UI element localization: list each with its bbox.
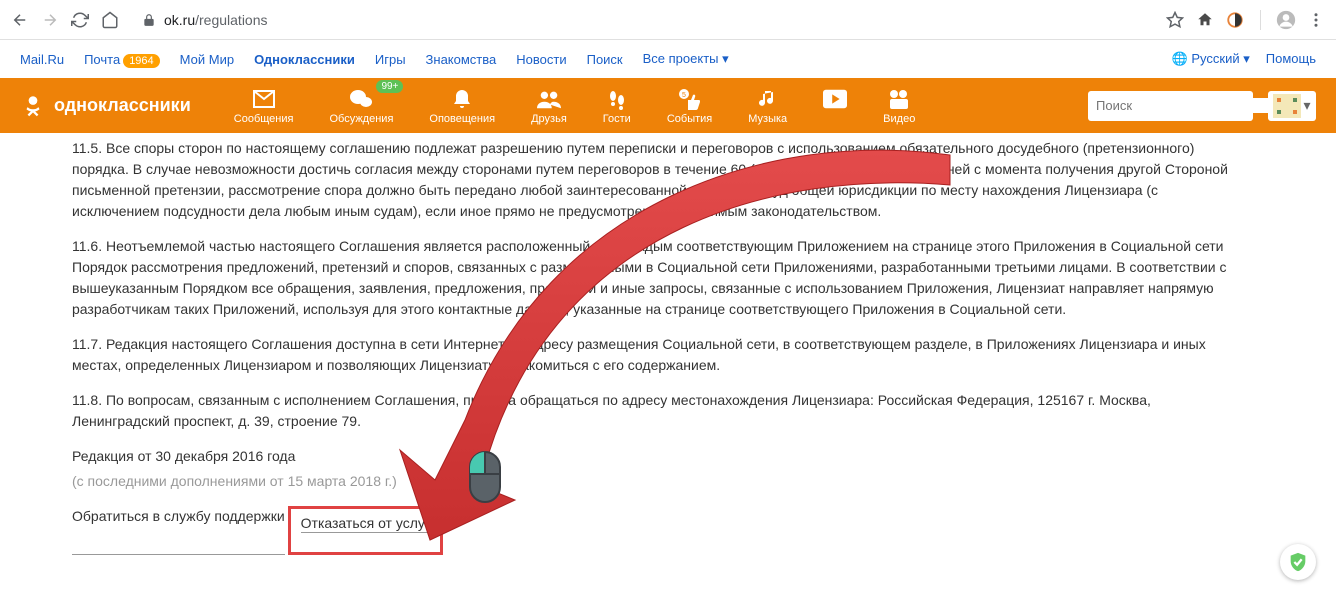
envelope-icon [252, 87, 276, 111]
nav-label: События [667, 113, 712, 125]
help-link[interactable]: Помощь [1266, 51, 1316, 67]
nav-label: Оповещения [429, 113, 495, 125]
language-selector[interactable]: 🌐 Русский ▾ [1172, 51, 1250, 67]
annotation-mouse-icon [465, 450, 505, 505]
nav-label: Обсуждения [329, 113, 393, 125]
video-camera-icon [887, 87, 911, 111]
paragraph-11-6: 11.6. Неотъемлемой частью настоящего Сог… [72, 236, 1240, 320]
extension-icon[interactable] [1225, 10, 1245, 30]
revision-date: Редакция от 30 декабря 2016 года [72, 446, 1240, 467]
nav-label: Сообщения [234, 113, 294, 125]
portal-link-search[interactable]: Поиск [587, 52, 623, 67]
url-text: ok.ru/regulations [164, 12, 268, 28]
menu-dots-icon[interactable] [1306, 10, 1326, 30]
nav-video[interactable]: Видео [865, 82, 933, 130]
thumbs-up-icon: 5 [678, 87, 702, 111]
search-input[interactable] [1096, 98, 1272, 113]
portal-link-projects[interactable]: Все проекты ▾ [643, 51, 729, 67]
play-button-icon [823, 87, 847, 111]
divider [1260, 10, 1261, 30]
paragraph-11-5: 11.5. Все споры сторон по настоящему сог… [72, 138, 1240, 222]
supplement-date: (с последними дополнениями от 15 марта 2… [72, 471, 1240, 492]
svg-text:5: 5 [682, 92, 686, 99]
support-link[interactable]: Обратиться в службу поддержки [72, 506, 285, 555]
chat-bubbles-icon [349, 87, 373, 111]
nav-music[interactable]: Музыка [730, 82, 805, 130]
bookmark-star-icon[interactable] [1165, 10, 1185, 30]
nav-events[interactable]: 5 События [649, 82, 730, 130]
portal-link-mail[interactable]: Почта1964 [84, 52, 160, 67]
ok-logo-icon [20, 93, 46, 119]
globe-icon: 🌐 [1172, 51, 1188, 66]
chevron-down-icon: ▾ [1303, 97, 1310, 114]
avatar-icon [1273, 94, 1301, 118]
footprints-icon [605, 87, 629, 111]
search-box[interactable] [1088, 91, 1253, 121]
portal-link-dating[interactable]: Знакомства [426, 52, 497, 67]
regulations-content: 11.5. Все споры сторон по настоящему сог… [0, 133, 1300, 575]
nav-messages[interactable]: Сообщения [216, 82, 312, 130]
forward-button[interactable] [40, 10, 60, 30]
mail-count-badge: 1964 [123, 54, 159, 68]
bell-icon [450, 87, 474, 111]
nav-friends[interactable]: Друзья [513, 82, 585, 130]
extension-home-icon[interactable] [1195, 10, 1215, 30]
shield-check-icon [1287, 551, 1309, 573]
lock-icon [142, 13, 156, 27]
logo-text: одноклассники [54, 95, 191, 116]
highlight-box: Отказаться от услуг [288, 506, 443, 555]
people-icon [537, 87, 561, 111]
nav-label: Музыка [748, 113, 787, 125]
portal-link-news[interactable]: Новости [516, 52, 566, 67]
nav-label: Видео [883, 113, 915, 125]
nav-label: Гости [603, 113, 631, 125]
footer-links: Обратиться в службу поддержки Отказаться… [72, 506, 1240, 555]
user-avatar-menu[interactable]: ▾ [1268, 91, 1316, 121]
nav-notifications[interactable]: Оповещения [411, 82, 513, 130]
portal-link-ok[interactable]: Одноклассники [254, 52, 355, 67]
paragraph-11-7: 11.7. Редакция настоящего Соглашения дос… [72, 334, 1240, 376]
profile-avatar-icon[interactable] [1276, 10, 1296, 30]
nav-video-play[interactable] [805, 82, 865, 130]
chevron-down-icon: ▾ [722, 51, 729, 66]
back-button[interactable] [10, 10, 30, 30]
paragraph-11-8: 11.8. По вопросам, связанным с исполнени… [72, 390, 1240, 432]
nav-label: Друзья [531, 113, 567, 125]
nav-discussions[interactable]: 99+ Обсуждения [311, 82, 411, 130]
browser-toolbar: ok.ru/regulations [0, 0, 1336, 40]
refuse-services-link[interactable]: Отказаться от услуг [301, 515, 430, 533]
portal-link-moimir[interactable]: Мой Мир [180, 52, 234, 67]
home-button[interactable] [100, 10, 120, 30]
portal-bar: Mail.Ru Почта1964 Мой Мир Одноклассники … [0, 40, 1336, 78]
site-logo[interactable]: одноклассники [20, 93, 191, 119]
nav-guests[interactable]: Гости [585, 82, 649, 130]
address-bar[interactable]: ok.ru/regulations [130, 5, 1155, 35]
main-nav-bar: одноклассники Сообщения 99+ Обсуждения О… [0, 78, 1336, 133]
music-notes-icon [756, 87, 780, 111]
reload-button[interactable] [70, 10, 90, 30]
portal-link-mailru[interactable]: Mail.Ru [20, 52, 64, 67]
portal-link-games[interactable]: Игры [375, 52, 406, 67]
chevron-down-icon: ▾ [1243, 51, 1250, 66]
security-shield-badge[interactable] [1280, 544, 1316, 580]
discussions-badge: 99+ [376, 80, 403, 93]
